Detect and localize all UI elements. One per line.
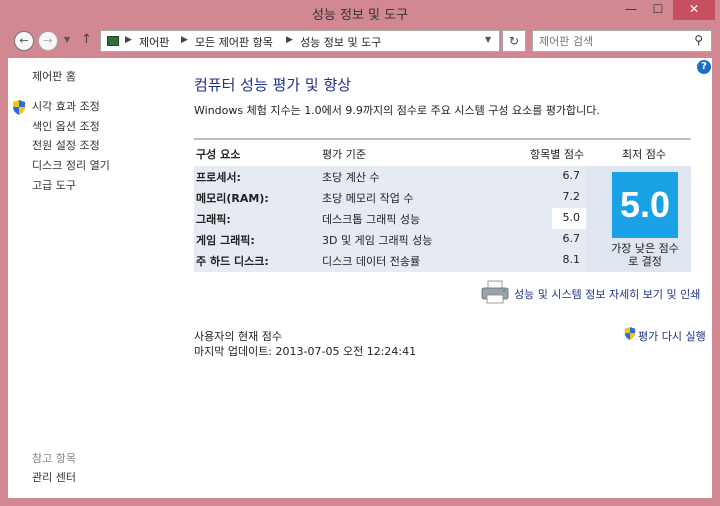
component-name: 게임 그래픽:: [196, 234, 255, 247]
component-rated: 초당 계산 수: [322, 171, 380, 184]
column-header-component: 구성 요소: [196, 148, 241, 161]
refresh-button[interactable]: ↻: [502, 30, 526, 52]
title-bar: 성능 정보 및 도구 — ☐ ✕: [0, 0, 720, 26]
component-name: 프로세서:: [196, 171, 241, 184]
rerun-assessment-link[interactable]: 평가 다시 실행: [638, 328, 706, 344]
close-button[interactable]: ✕: [673, 0, 715, 20]
content-area: ? 제어판 홈 시각 효과 조정 색인 옵션 조정 전원 설정 조정 디스크 정…: [8, 58, 712, 498]
sidebar-home-link[interactable]: 제어판 홈: [32, 68, 76, 84]
breadcrumb-separator-icon[interactable]: ▶: [125, 35, 132, 45]
breadcrumb-separator-icon[interactable]: ▶: [286, 35, 293, 45]
component-subscore-lowest: 5.0: [552, 208, 586, 229]
component-name: 그래픽:: [196, 213, 231, 226]
minimize-button[interactable]: —: [618, 0, 644, 20]
sidebar-item-power[interactable]: 전원 설정 조정: [32, 137, 100, 153]
component-name: 메모리(RAM):: [196, 192, 269, 205]
component-subscore: 6.7: [562, 169, 581, 182]
base-score-note-line2: 로 결정: [628, 255, 662, 268]
sidebar-item-action-center[interactable]: 관리 센터: [32, 469, 76, 485]
base-score-note-line1: 가장 낮은 점수: [611, 242, 679, 255]
uac-shield-icon: [13, 100, 25, 115]
breadcrumb-all-items[interactable]: 모든 제어판 항목: [195, 34, 273, 50]
component-rated: 3D 및 게임 그래픽 성능: [322, 234, 433, 247]
sidebar-item-indexing[interactable]: 색인 옵션 조정: [32, 118, 100, 134]
base-score-tile: 5.0: [612, 172, 678, 238]
navigation-bar: ← → ▼ ↑ ▶ 제어판 ▶ 모든 제어판 항목 ▶ 성능 정보 및 도구 ▼…: [8, 28, 712, 56]
component-rated: 초당 메모리 작업 수: [322, 192, 414, 205]
sidebar-item-advanced-tools[interactable]: 고급 도구: [32, 177, 76, 193]
breadcrumb-performance[interactable]: 성능 정보 및 도구: [300, 34, 381, 50]
component-subscore: 7.2: [562, 190, 581, 203]
sidebar-item-visual-effects[interactable]: 시각 효과 조정: [32, 98, 100, 114]
recent-locations-icon[interactable]: ▼: [64, 35, 70, 44]
column-header-base: 최저 점수: [622, 148, 666, 161]
search-box[interactable]: ⚲: [532, 30, 712, 52]
uac-shield-icon: [624, 327, 636, 340]
base-score-note: 가장 낮은 점수 로 결정: [586, 242, 704, 268]
sidebar-item-disk-cleanup[interactable]: 디스크 정리 열기: [32, 157, 110, 173]
up-button[interactable]: ↑: [81, 32, 92, 47]
table-row: 그래픽: 데스크톱 그래픽 성능 5.0: [194, 208, 586, 229]
see-also-heading: 참고 항목: [32, 452, 76, 465]
score-table: 구성 요소 평가 기준 항목별 점수 최저 점수 프로세서: 초당 계산 수 6…: [194, 138, 691, 272]
column-header-subscore: 항목별 점수: [530, 148, 585, 161]
control-panel-icon: [107, 36, 119, 46]
search-icon[interactable]: ⚲: [694, 33, 703, 47]
window: 성능 정보 및 도구 — ☐ ✕ ← → ▼ ↑ ▶ 제어판 ▶ 모든 제어판 …: [0, 0, 720, 506]
main-panel: 컴퓨터 성능 평가 및 향상 Windows 체험 지수는 1.0에서 9.9까…: [194, 58, 706, 498]
page-title: 컴퓨터 성능 평가 및 향상: [194, 76, 352, 94]
back-button[interactable]: ←: [14, 31, 34, 51]
search-input[interactable]: [539, 33, 679, 49]
table-row: 주 하드 디스크: 디스크 데이터 전송률 8.1: [194, 250, 586, 271]
component-subscore: 6.7: [562, 232, 581, 245]
user-score-label: 사용자의 현재 점수: [194, 330, 282, 343]
maximize-button[interactable]: ☐: [645, 0, 671, 20]
breadcrumb-control-panel[interactable]: 제어판: [139, 34, 169, 50]
component-rated: 데스크톱 그래픽 성능: [322, 213, 421, 226]
view-print-details-link[interactable]: 성능 및 시스템 정보 자세히 보기 및 인쇄: [514, 286, 700, 302]
table-row: 메모리(RAM): 초당 메모리 작업 수 7.2: [194, 187, 586, 208]
page-subtitle: Windows 체험 지수는 1.0에서 9.9까지의 점수로 주요 시스템 구…: [194, 104, 600, 117]
column-header-rated: 평가 기준: [322, 148, 366, 161]
printer-icon: [481, 280, 509, 304]
breadcrumb-separator-icon[interactable]: ▶: [181, 35, 188, 45]
table-row: 게임 그래픽: 3D 및 게임 그래픽 성능 6.7: [194, 229, 586, 250]
forward-button[interactable]: →: [38, 31, 58, 51]
component-subscore: 8.1: [562, 253, 581, 266]
sidebar: 제어판 홈 시각 효과 조정 색인 옵션 조정 전원 설정 조정 디스크 정리 …: [8, 58, 178, 498]
component-name: 주 하드 디스크:: [196, 255, 269, 268]
base-score-panel: 5.0 가장 낮은 점수 로 결정: [586, 166, 691, 272]
window-title: 성능 정보 및 도구: [311, 8, 409, 23]
last-update-text: 마지막 업데이트: 2013-07-05 오전 12:24:41: [194, 345, 417, 358]
table-row: 프로세서: 초당 계산 수 6.7: [194, 166, 586, 187]
address-bar[interactable]: ▶ 제어판 ▶ 모든 제어판 항목 ▶ 성능 정보 및 도구 ▼: [100, 30, 500, 52]
address-dropdown-icon[interactable]: ▼: [485, 35, 491, 44]
component-rated: 디스크 데이터 전송률: [322, 255, 421, 268]
